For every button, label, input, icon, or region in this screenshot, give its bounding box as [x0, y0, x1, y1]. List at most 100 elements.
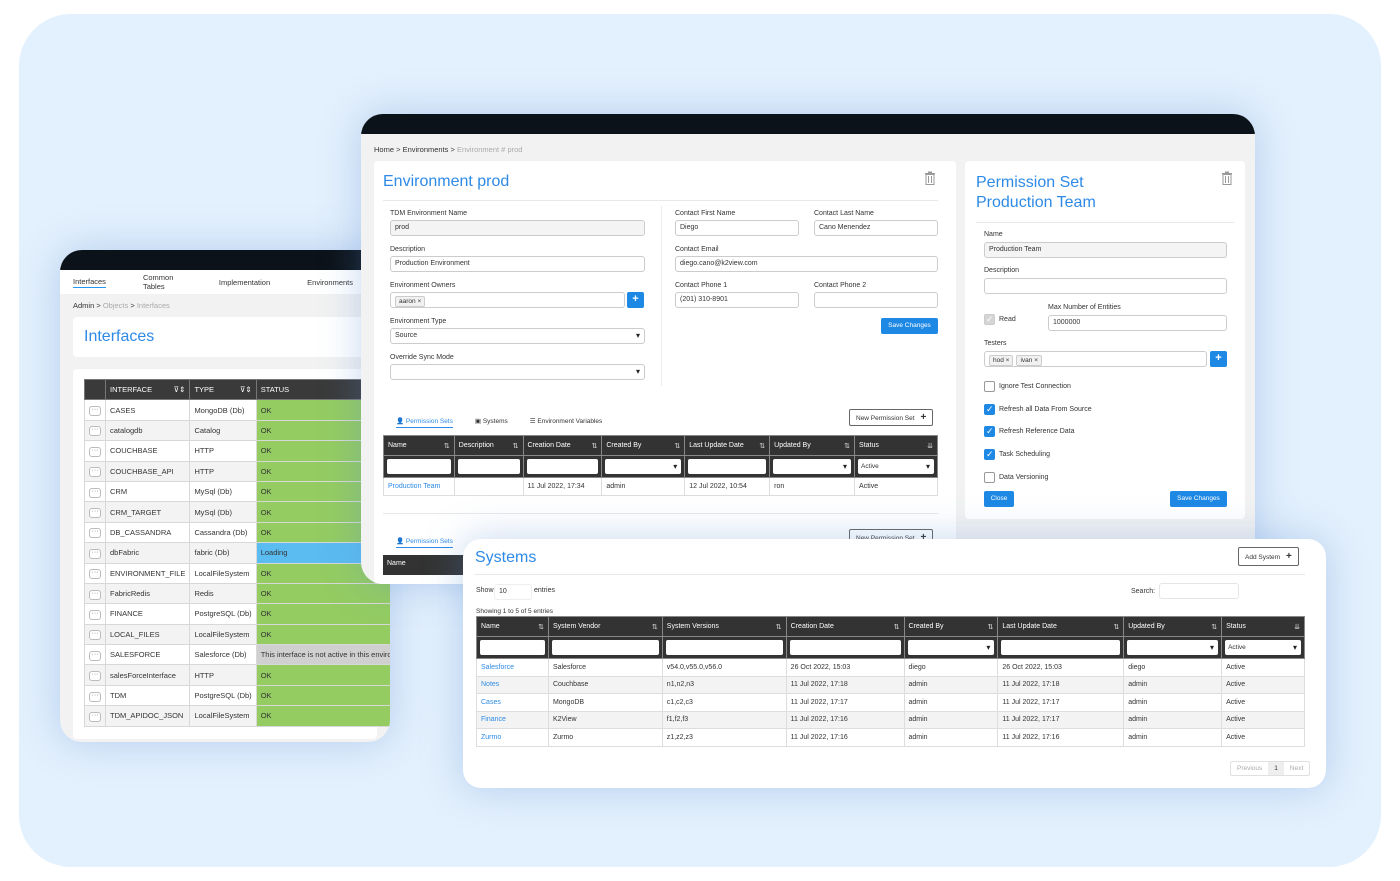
row-link[interactable]: Notes — [481, 681, 499, 688]
column-header-created-by[interactable]: Created By ⇅ — [601, 435, 686, 456]
sort-icon[interactable]: ⇅ — [674, 442, 680, 450]
table-row[interactable]: Cases MongoDB c1,c2,c3 11 Jul 2022, 17:17 ad… — [476, 693, 1305, 712]
column-filter-input[interactable] — [688, 459, 767, 474]
page-length-select[interactable]: 10 — [494, 584, 532, 600]
column-header-last-update-date[interactable]: Last Update Date ⇅ — [997, 616, 1125, 637]
column-header-creation-date[interactable]: Creation Date ⇅ — [522, 435, 603, 456]
more-actions-icon[interactable]: ··· — [89, 487, 101, 498]
breadcrumb-objects[interactable]: Objects — [103, 301, 128, 310]
sort-icon[interactable]: ⇅ — [1211, 623, 1217, 631]
more-actions-icon[interactable]: ··· — [89, 508, 101, 519]
name-input[interactable]: Production Team — [984, 242, 1227, 258]
filter-sort-icon[interactable]: ⊽⇕ — [240, 385, 252, 394]
sort-icon[interactable]: ⇅ — [776, 623, 782, 631]
row-link[interactable]: Production Team — [388, 483, 440, 490]
table-row[interactable]: Production Team 11 Jul 2022, 17:34 admin 12… — [383, 477, 938, 496]
table-row[interactable]: ··· salesForceInterface HTTP OK — [84, 664, 390, 686]
column-header-created-by[interactable]: Created By ⇅ — [903, 616, 999, 637]
owners-input[interactable]: aaron × — [390, 292, 625, 308]
more-actions-icon[interactable]: ··· — [89, 467, 101, 478]
column-filter-select[interactable]: Active — [1225, 640, 1301, 655]
column-header-system-versions[interactable]: System Versions ⇅ — [661, 616, 787, 637]
table-row[interactable]: Salesforce Salesforce v54.0,v55.0,v56.0 26 … — [476, 658, 1305, 677]
column-filter-input[interactable] — [665, 640, 783, 655]
table-row[interactable]: Zurmo Zurmo z1,z2,z3 11 Jul 2022, 17:16 admi… — [476, 728, 1305, 747]
column-filter-select[interactable] — [907, 640, 995, 655]
email-input[interactable]: diego.cano@k2view.com — [675, 256, 938, 272]
sort-icon[interactable]: ⇅ — [988, 623, 994, 631]
sort-icon[interactable]: ⇊ — [1294, 623, 1300, 631]
tab-permission-sets[interactable]: 👤 Permission Sets — [396, 417, 453, 428]
column-filter-input[interactable] — [480, 640, 545, 655]
option-checkbox[interactable] — [984, 426, 995, 438]
new-permission-set-button[interactable]: New Permission Set + — [849, 409, 934, 426]
nav-tab-environments[interactable]: Environments — [307, 278, 353, 287]
table-row[interactable]: ··· ENVIRONMENT_FILE LocalFileSystem OK — [84, 562, 390, 584]
column-header-description[interactable]: Description ⇅ — [453, 435, 524, 456]
more-actions-icon[interactable]: ··· — [89, 446, 101, 457]
more-actions-icon[interactable]: ··· — [89, 671, 101, 682]
save-changes-button[interactable]: Save Changes — [881, 318, 938, 334]
column-header-updated-by[interactable]: Updated By ⇅ — [769, 435, 856, 456]
sort-icon[interactable]: ⇅ — [513, 442, 519, 450]
save-changes-button[interactable]: Save Changes — [1170, 491, 1227, 507]
filter-sort-icon[interactable]: ⊽⇕ — [174, 385, 186, 394]
more-actions-icon[interactable]: ··· — [89, 569, 101, 580]
table-row[interactable]: ··· CRM_TARGET MySql (Db) OK — [84, 501, 390, 523]
column-filter-select[interactable] — [773, 459, 852, 474]
table-row[interactable]: ··· CRM MySql (Db) OK — [84, 480, 390, 503]
close-button[interactable]: Close — [984, 491, 1014, 507]
breadcrumb-home[interactable]: Home — [374, 145, 394, 154]
more-actions-icon[interactable]: ··· — [89, 650, 101, 661]
table-row[interactable]: ··· dbFabric fabric (Db) Loading — [84, 542, 390, 564]
more-actions-icon[interactable]: ··· — [89, 426, 101, 437]
column-header-status[interactable]: Status ⇊ — [1221, 616, 1305, 637]
row-link[interactable]: Zurmo — [481, 734, 501, 741]
column-header-updated-by[interactable]: Updated By ⇅ — [1123, 616, 1223, 637]
max-entities-input[interactable]: 1000000 — [1048, 315, 1227, 331]
option-checkbox[interactable] — [984, 381, 995, 392]
table-row[interactable]: Notes Couchbase n1,n2,n3 11 Jul 2022, 17:18… — [476, 675, 1305, 694]
table-row[interactable]: ··· CASES MongoDB (Db) OK — [84, 399, 390, 421]
sort-icon[interactable]: ⇊ — [927, 442, 933, 450]
tab-permission-sets[interactable]: 👤 Permission Sets — [396, 537, 453, 548]
more-actions-icon[interactable]: ··· — [89, 548, 101, 559]
column-header-type[interactable]: TYPE ⊽⇕ — [189, 378, 257, 401]
column-header-name[interactable]: Name ⇅ — [383, 435, 455, 456]
nav-tab-implementation[interactable]: Implementation — [219, 278, 270, 287]
table-row[interactable]: ··· COUCHBASE_API HTTP OK — [84, 460, 390, 482]
table-row[interactable]: Finance K2View f1,f2,f3 11 Jul 2022, 17:16 a… — [476, 710, 1305, 729]
nav-tab-common-tables[interactable]: Common Tables — [143, 273, 182, 291]
more-actions-icon[interactable]: ··· — [89, 711, 101, 722]
column-filter-select[interactable] — [1127, 640, 1219, 655]
tab-environment-variables[interactable]: ☰ Environment Variables — [530, 417, 603, 428]
column-header-name[interactable]: Name ⇅ — [476, 616, 549, 637]
column-filter-input[interactable] — [1001, 640, 1121, 655]
row-link[interactable]: Cases — [481, 699, 501, 706]
sort-icon[interactable]: ⇅ — [844, 442, 850, 450]
previous-button[interactable]: Previous — [1231, 762, 1268, 775]
table-row[interactable]: ··· SALESFORCE Salesforce (Db) This interfa… — [84, 644, 390, 666]
env-name-input[interactable]: prod — [390, 220, 645, 236]
option-checkbox[interactable] — [984, 471, 995, 483]
trash-icon[interactable] — [924, 171, 936, 185]
sort-icon[interactable]: ⇅ — [894, 623, 900, 631]
table-row[interactable]: ··· COUCHBASE HTTP OK — [84, 440, 390, 462]
more-actions-icon[interactable]: ··· — [89, 528, 101, 539]
more-actions-icon[interactable]: ··· — [89, 406, 101, 417]
column-filter-input[interactable] — [526, 459, 599, 474]
sort-icon[interactable]: ⇅ — [759, 442, 765, 450]
search-input[interactable] — [1159, 583, 1239, 599]
add-tester-button[interactable]: + — [1210, 351, 1227, 367]
description-input[interactable] — [984, 278, 1227, 294]
tab-systems[interactable]: ▣ Systems — [475, 417, 508, 428]
page-1-button[interactable]: 1 — [1268, 762, 1284, 775]
remove-tag-icon[interactable]: × — [1006, 357, 1010, 364]
more-actions-icon[interactable]: ··· — [89, 691, 101, 702]
sync-mode-select[interactable] — [390, 364, 645, 380]
column-filter-select[interactable] — [605, 459, 682, 474]
table-row[interactable]: ··· LOCAL_FILES LocalFileSystem OK — [84, 623, 390, 646]
phone1-input[interactable]: (201) 310-8901 — [675, 292, 799, 308]
more-actions-icon[interactable]: ··· — [89, 609, 101, 620]
column-filter-input[interactable] — [387, 459, 451, 474]
